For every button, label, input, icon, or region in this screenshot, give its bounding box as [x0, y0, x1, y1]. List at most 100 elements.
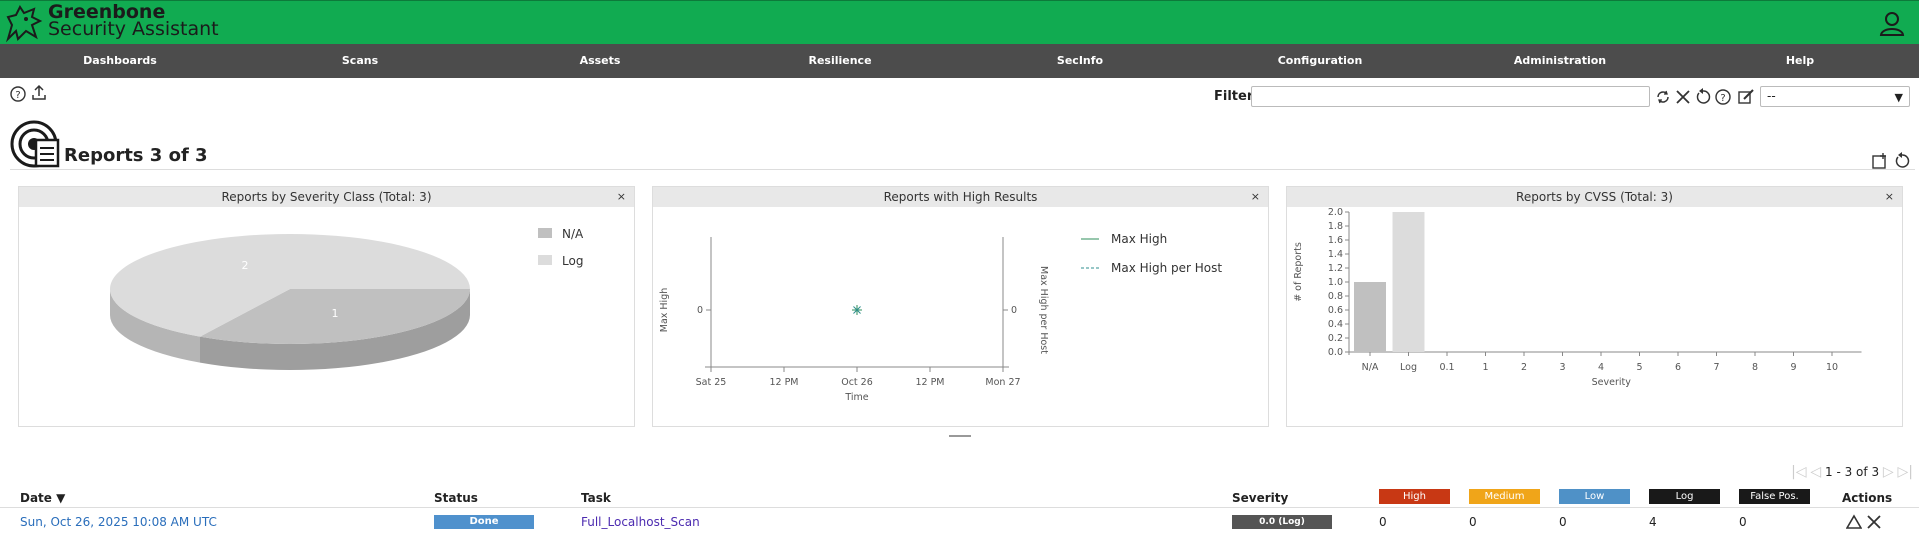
panel-severity-class: Reports by Severity Class (Total: 3) × 1…	[18, 186, 635, 427]
delete-icon[interactable]	[1866, 514, 1882, 530]
main-menu: Dashboards Scans Assets Resilience SecIn…	[0, 44, 1919, 78]
column-log[interactable]: Log	[1649, 489, 1720, 504]
x-tick-label: 9	[1790, 362, 1796, 373]
bar-log	[1392, 212, 1425, 352]
x-tick-label: 8	[1752, 362, 1758, 373]
y-tick-label: 1.2	[1328, 263, 1343, 274]
delta-report-icon[interactable]	[1846, 514, 1862, 530]
edit-filter-icon[interactable]	[1737, 88, 1755, 106]
count-low: 0	[1559, 515, 1567, 529]
next-page-icon[interactable]: ▷	[1883, 464, 1894, 480]
x-tick-label: Log	[1400, 362, 1417, 373]
panel-title: Reports with High Results	[883, 190, 1038, 204]
bar-na	[1354, 282, 1386, 352]
filter-help-icon[interactable]: ?	[1714, 88, 1732, 106]
panel-high-results: Reports with High Results × Sat 25 12 PM O…	[652, 186, 1269, 427]
y-axis-label: # of Reports	[1293, 242, 1304, 302]
filter-select[interactable]: -- ▼	[1760, 86, 1910, 107]
column-status[interactable]: Status	[434, 488, 478, 508]
filter-label: Filter	[1214, 89, 1254, 104]
y-tick-label: 1.0	[1328, 277, 1343, 288]
reports-icon	[10, 120, 60, 168]
panel-header: Reports with High Results ×	[653, 187, 1268, 207]
dashboard-resize-handle[interactable]	[949, 435, 971, 437]
report-date-link[interactable]: Sun, Oct 26, 2025 10:08 AM UTC	[20, 510, 217, 534]
panel-header: Reports by Severity Class (Total: 3) ×	[19, 187, 634, 207]
y-tick-label: 2.0	[1328, 207, 1343, 218]
menu-assets[interactable]: Assets	[580, 44, 621, 78]
greenbone-logo-icon[interactable]	[4, 3, 44, 43]
table-header: Date ▼ Status Task Severity Actions	[0, 488, 1919, 508]
refresh-filter-icon[interactable]	[1654, 88, 1672, 106]
legend-label: Max High per Host	[1111, 261, 1222, 275]
table-row: Sun, Oct 26, 2025 10:08 AM UTC Done Full…	[0, 510, 1919, 534]
page-title: Reports 3 of 3	[64, 145, 208, 166]
x-tick-label: 1	[1482, 362, 1488, 373]
filter-input[interactable]	[1251, 86, 1650, 107]
last-page-icon[interactable]: ▷|	[1898, 464, 1913, 480]
previous-page-icon[interactable]: ◁	[1810, 464, 1821, 480]
x-tick-label: 6	[1675, 362, 1681, 373]
column-false-pos[interactable]: False Pos.	[1739, 489, 1810, 504]
y-tick-label: 0.2	[1328, 333, 1343, 344]
menu-dashboards[interactable]: Dashboards	[83, 44, 157, 78]
chevron-down-icon: ▼	[1894, 91, 1903, 104]
reset-dashboard-icon[interactable]	[1893, 152, 1911, 170]
severity-bar: 0.0 (Log)	[1232, 515, 1332, 529]
column-task[interactable]: Task	[581, 488, 611, 508]
user-icon[interactable]	[1879, 10, 1905, 36]
x-axis-label: Time	[844, 392, 868, 403]
x-axis-label: Severity	[1592, 377, 1632, 388]
y-tick-label: 0	[697, 305, 703, 316]
brand-line-2: Security Assistant	[48, 18, 219, 40]
first-page-icon[interactable]: |◁	[1791, 464, 1806, 480]
legend-label: Max High	[1111, 232, 1167, 246]
menu-resilience[interactable]: Resilience	[808, 44, 871, 78]
y2-tick-label: 0	[1011, 305, 1017, 316]
x-tick-label: 2	[1521, 362, 1527, 373]
menu-help[interactable]: Help	[1786, 44, 1814, 78]
panel-title: Reports by Severity Class (Total: 3)	[221, 190, 432, 204]
panel-cvss: Reports by CVSS (Total: 3) × 0.0 0.2 0.4 0.…	[1286, 186, 1903, 427]
close-icon[interactable]: ×	[617, 187, 626, 207]
y-tick-label: 0.0	[1328, 347, 1343, 358]
close-icon[interactable]: ×	[1885, 187, 1894, 207]
column-low[interactable]: Low	[1559, 489, 1630, 504]
reset-filter-icon[interactable]	[1694, 88, 1712, 106]
task-link[interactable]: Full_Localhost_Scan	[581, 510, 700, 534]
svg-text:?: ?	[15, 90, 20, 101]
pager-text: 1 - 3 of 3	[1825, 465, 1880, 479]
bar-chart: 0.0 0.2 0.4 0.6 0.8 1.0 1.2 1.4 1.6 1.8 2.0 N/A Log 0…	[1293, 207, 1862, 388]
menu-configuration[interactable]: Configuration	[1278, 44, 1363, 78]
close-icon[interactable]: ×	[1251, 187, 1260, 207]
legend-label: Log	[562, 254, 583, 268]
pie-slice-label: 1	[332, 307, 339, 320]
column-date[interactable]: Date ▼	[20, 488, 65, 508]
x-tick-label: 12 PM	[915, 377, 944, 388]
column-severity[interactable]: Severity	[1232, 488, 1288, 508]
brand-name: Greenbone Security Assistant	[48, 3, 219, 40]
menu-scans[interactable]: Scans	[342, 44, 378, 78]
x-tick-label: 4	[1598, 362, 1604, 373]
title-divider	[10, 169, 1915, 170]
x-tick-label: 0.1	[1439, 362, 1454, 373]
y-tick-label: 1.6	[1328, 235, 1343, 246]
legend-label: N/A	[562, 227, 584, 241]
upload-icon[interactable]	[30, 84, 48, 102]
line-chart: Sat 25 12 PM Oct 26 12 PM Mon 27 0 0 Time Max Hi…	[659, 232, 1222, 403]
y-tick-label: 0.4	[1328, 319, 1343, 330]
column-medium[interactable]: Medium	[1469, 489, 1540, 504]
x-tick-label: 12 PM	[769, 377, 798, 388]
top-bar: Greenbone Security Assistant	[0, 0, 1919, 44]
menu-administration[interactable]: Administration	[1514, 44, 1606, 78]
menu-secinfo[interactable]: SecInfo	[1057, 44, 1103, 78]
new-dashboard-display-icon[interactable]	[1871, 152, 1889, 170]
x-tick-label: 5	[1636, 362, 1642, 373]
pie-slice-label: 2	[242, 259, 249, 272]
clear-filter-icon[interactable]	[1674, 88, 1692, 106]
x-tick-label: N/A	[1362, 362, 1379, 373]
y-tick-label: 0.8	[1328, 291, 1343, 302]
column-high[interactable]: High	[1379, 489, 1450, 504]
help-icon[interactable]: ?	[9, 85, 27, 103]
y-tick-label: 1.8	[1328, 221, 1343, 232]
